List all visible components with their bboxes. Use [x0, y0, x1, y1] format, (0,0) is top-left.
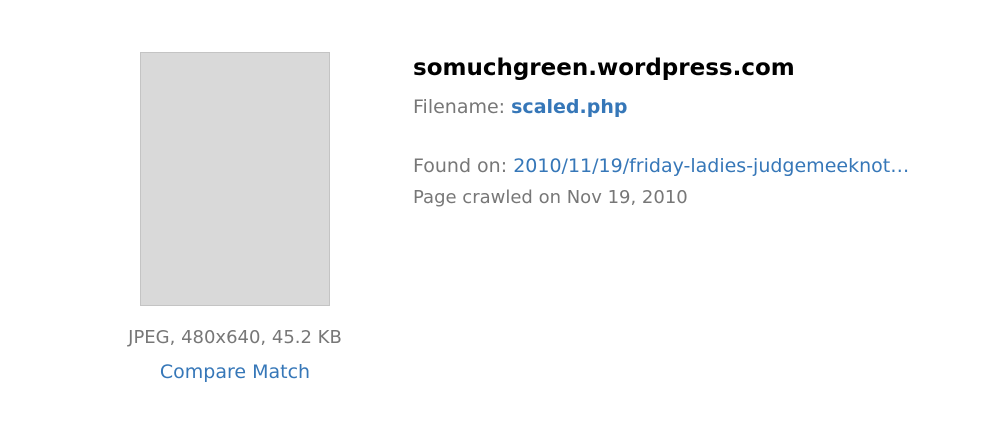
crawl-date: Page crawled on Nov 19, 2010 — [413, 187, 688, 208]
filename-row: Filename: scaled.php — [413, 94, 983, 120]
found-on-row: Found on: 2010/11/19/friday-ladies-judge… — [413, 153, 983, 179]
filename-value: scaled.php — [511, 96, 628, 118]
compare-match-link[interactable]: Compare Match — [160, 360, 310, 384]
result-info: somuchgreen.wordpress.com Filename: scal… — [413, 52, 983, 211]
site-name: somuchgreen.wordpress.com — [413, 55, 795, 81]
found-on-link[interactable]: 2010/11/19/friday-ladies-judgemeeknot… — [513, 155, 909, 177]
found-on-label: Found on: — [413, 155, 508, 177]
thumbnail-column: JPEG, 480x640, 45.2 KB Compare Match — [100, 52, 370, 384]
file-info: JPEG, 480x640, 45.2 KB — [128, 327, 342, 348]
filename-label: Filename: — [413, 96, 506, 118]
thumbnail-placeholder[interactable] — [140, 52, 330, 306]
search-result: JPEG, 480x640, 45.2 KB Compare Match som… — [0, 0, 1000, 427]
